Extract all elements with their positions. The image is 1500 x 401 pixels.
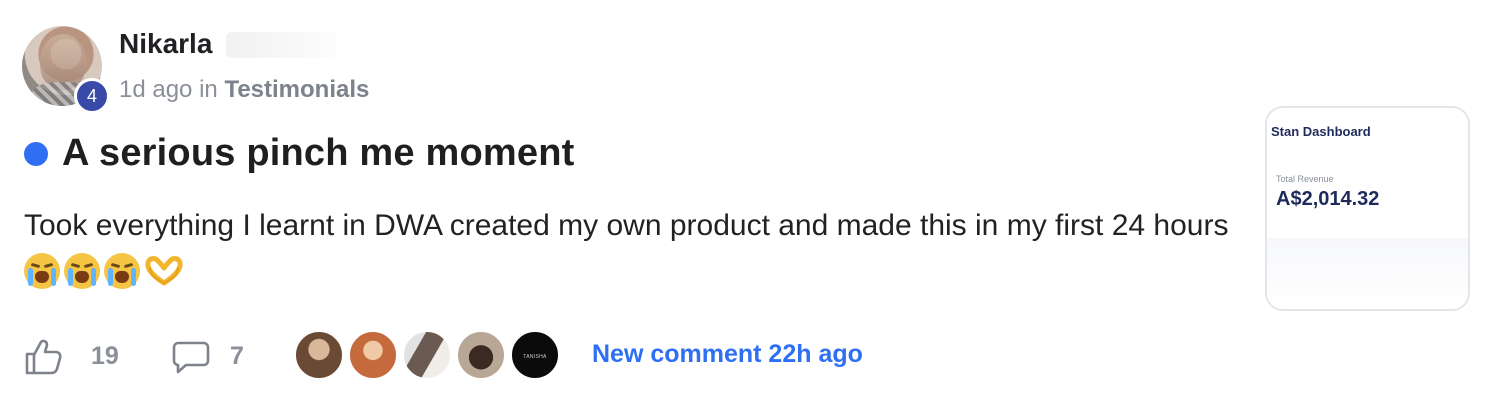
author-avatar-container[interactable]: 4	[22, 26, 110, 114]
new-comment-link[interactable]: New comment 22h ago	[592, 340, 863, 369]
attachment-label: Total Revenue	[1276, 174, 1334, 184]
attachment-value: A$2,014.32	[1276, 188, 1380, 210]
commenter-avatar[interactable]: TANISHA BANERJI	[510, 330, 560, 380]
attachment-thumbnail[interactable]: Stan Dashboard Total Revenue A$2,014.32	[1265, 106, 1470, 311]
thumbs-up-icon	[25, 339, 62, 375]
author-name[interactable]: Nikarla	[119, 28, 212, 60]
post-card: 4 Nikarla 1d ago in Testimonials A serio…	[0, 0, 1500, 401]
heart-hands-icon	[144, 254, 184, 286]
loudly-crying-face-icon	[104, 253, 140, 289]
post-footer: 19 7 TANISHA BANERJI New comment 22h ago	[24, 330, 1224, 382]
commenter-logo-text: TANISHA BANERJI	[523, 354, 547, 360]
comment-count: 7	[230, 342, 244, 370]
category-link[interactable]: Testimonials	[224, 76, 369, 103]
post-body: Took everything I learnt in DWA created …	[24, 202, 1234, 298]
level-badge: 4	[74, 78, 110, 114]
commenter-avatars[interactable]: TANISHA BANERJI	[294, 330, 564, 380]
like-count: 19	[91, 342, 119, 370]
commenter-avatar[interactable]	[402, 330, 452, 380]
unread-dot-icon	[24, 141, 48, 166]
commenter-avatar[interactable]	[456, 330, 506, 380]
attachment-chart-area	[1267, 238, 1468, 309]
post-meta: 1d ago in Testimonials	[119, 76, 369, 104]
post-body-text: Took everything I learnt in DWA created …	[24, 209, 1229, 242]
loudly-crying-face-icon	[24, 253, 60, 289]
commenter-avatar[interactable]	[294, 330, 344, 380]
post-title[interactable]: A serious pinch me moment	[62, 132, 574, 175]
attachment-title: Stan Dashboard	[1271, 124, 1371, 139]
post-title-row[interactable]: A serious pinch me moment	[24, 132, 574, 175]
post-time: 1d ago	[119, 76, 193, 103]
post-meta-in: in	[199, 76, 218, 103]
loudly-crying-face-icon	[64, 253, 100, 289]
commenter-avatar[interactable]	[348, 330, 398, 380]
like-button[interactable]	[24, 338, 62, 376]
comment-icon	[172, 341, 210, 374]
comment-button[interactable]	[172, 340, 210, 374]
redacted-surname	[226, 32, 336, 58]
